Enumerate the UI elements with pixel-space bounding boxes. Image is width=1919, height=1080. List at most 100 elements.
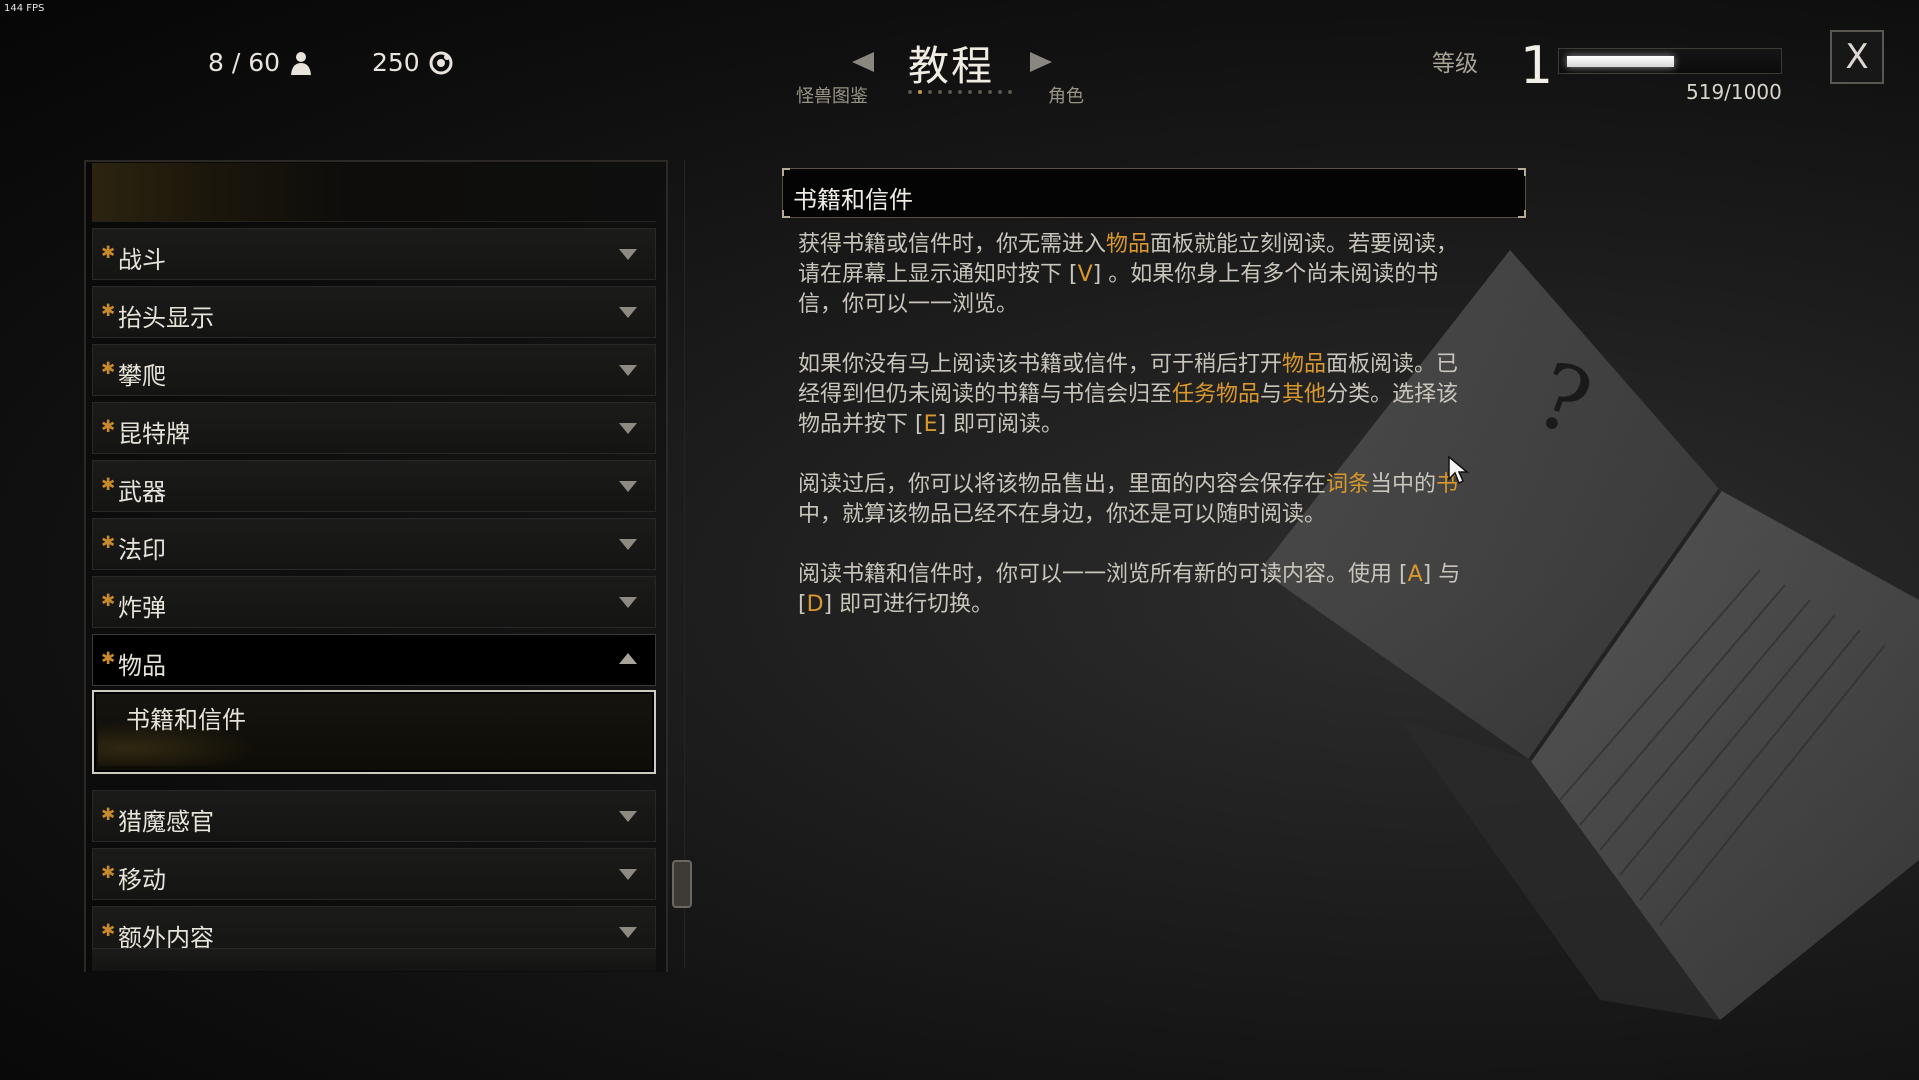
article-paragraph: 获得书籍或信件时，你无需进入物品面板就能立刻阅读。若要阅读，请在屏幕上显示通知时… xyxy=(798,230,1478,320)
category-row[interactable]: ✱ 攀爬 xyxy=(92,344,656,396)
category-row[interactable]: ✱ 炸弹 xyxy=(92,576,656,628)
chevron-down-icon xyxy=(619,869,637,880)
new-star-icon: ✱ xyxy=(101,921,116,941)
category-row[interactable]: ✱ 法印 xyxy=(92,518,656,570)
category-label: 法印 xyxy=(118,536,166,564)
mouse-cursor-icon xyxy=(1448,455,1470,485)
page-dot xyxy=(998,90,1002,94)
category-label: 昆特牌 xyxy=(118,420,190,448)
page-indicator xyxy=(908,90,1012,94)
category-label: 移动 xyxy=(118,866,166,894)
page-dot xyxy=(928,90,932,94)
scroll-track[interactable] xyxy=(684,160,685,968)
page-dot xyxy=(988,90,992,94)
close-button[interactable]: X xyxy=(1830,30,1884,84)
article-body: 获得书籍或信件时，你无需进入物品面板就能立刻阅读。若要阅读，请在屏幕上显示通知时… xyxy=(798,230,1478,650)
chevron-down-icon xyxy=(619,597,637,608)
paragraph-text: 中，就算该物品已经不在身边，你还是可以随时阅读。 xyxy=(798,502,1327,527)
list-item-selected[interactable]: 书籍和信件 xyxy=(92,690,656,774)
category-row[interactable]: ✱ 移动 xyxy=(92,848,656,900)
new-star-icon: ✱ xyxy=(101,533,116,553)
category-row[interactable]: ✱ 猎魔感官 xyxy=(92,790,656,842)
category-label: 炸弹 xyxy=(118,594,166,622)
level-label: 等级 xyxy=(1432,51,1478,77)
highlight-term: D xyxy=(806,592,824,617)
selected-entry-label: 书籍和信件 xyxy=(126,706,246,734)
highlight-term: E xyxy=(923,412,938,437)
paragraph-text: 如果你没有马上阅读该书籍或信件，可于稍后打开 xyxy=(798,352,1283,377)
article-paragraph: 阅读书籍和信件时，你可以一一浏览所有新的可读内容。使用 [A] 与 [D] 即可… xyxy=(798,560,1478,620)
new-star-icon: ✱ xyxy=(101,475,116,495)
chevron-down-icon xyxy=(619,539,637,550)
page-dot xyxy=(1008,90,1012,94)
next-tab-label[interactable]: 角色 xyxy=(1048,82,1084,108)
chevron-down-icon xyxy=(619,249,637,260)
category-label: 物品 xyxy=(118,652,166,680)
category-row[interactable]: ✱ 昆特牌 xyxy=(92,402,656,454)
page-dot xyxy=(938,90,942,94)
new-star-icon: ✱ xyxy=(101,591,116,611)
article-title: 书籍和信件 xyxy=(793,186,913,214)
new-star-icon: ✱ xyxy=(101,863,116,883)
category-label: 战斗 xyxy=(118,246,166,274)
article-title-box: 书籍和信件 xyxy=(782,168,1526,218)
money-value: 250 xyxy=(372,48,420,77)
article-paragraph: 阅读过后，你可以将该物品售出，里面的内容会保存在词条当中的书中，就算该物品已经不… xyxy=(798,470,1478,530)
fps-counter: 144 FPS xyxy=(4,3,45,14)
new-star-icon: ✱ xyxy=(101,417,116,437)
page-dot xyxy=(918,90,922,94)
category-row[interactable]: ✱ 抬头显示 xyxy=(92,286,656,338)
category-label: 猎魔感官 xyxy=(118,808,214,836)
category-label: 抬头显示 xyxy=(118,304,214,332)
category-row[interactable]: ✱ 武器 xyxy=(92,460,656,512)
highlight-term: V xyxy=(1077,262,1093,287)
new-star-icon: ✱ xyxy=(101,301,116,321)
prev-tab-arrow-icon[interactable] xyxy=(852,52,874,72)
chevron-up-icon xyxy=(619,653,637,664)
new-star-icon: ✱ xyxy=(101,243,116,263)
new-star-icon: ✱ xyxy=(101,805,116,825)
category-row[interactable]: ✱ 战斗 xyxy=(92,228,656,280)
paragraph-text: 与 xyxy=(1260,382,1283,407)
page-title: 教程 xyxy=(908,42,994,90)
chevron-down-icon xyxy=(619,365,637,376)
paragraph-text: 阅读过后，你可以将该物品售出，里面的内容会保存在 xyxy=(798,472,1327,497)
xp-bar xyxy=(1558,48,1782,74)
highlight-term: 物品 xyxy=(1106,232,1151,257)
weight-icon xyxy=(288,50,314,76)
category-row[interactable]: ✱ 物品 xyxy=(92,634,656,686)
new-star-icon: ✱ xyxy=(101,649,116,669)
paragraph-text: ] 即可进行切换。 xyxy=(823,592,994,617)
category-label: 攀爬 xyxy=(118,362,166,390)
weight-stat: 8 / 60 xyxy=(208,48,314,77)
chevron-down-icon xyxy=(619,307,637,318)
xp-bar-fill xyxy=(1567,56,1674,67)
page-dot xyxy=(968,90,972,94)
category-label: 武器 xyxy=(118,478,166,506)
paragraph-text: ] 即可阅读。 xyxy=(937,412,1064,437)
scrollbar-thumb[interactable] xyxy=(672,860,692,908)
paragraph-text: 当中的 xyxy=(1370,472,1437,497)
new-star-icon: ✱ xyxy=(101,359,116,379)
coin-icon xyxy=(428,50,454,76)
highlight-term: 词条 xyxy=(1326,472,1371,497)
weight-value: 8 / 60 xyxy=(208,48,281,77)
money-stat: 250 xyxy=(372,48,454,77)
highlight-term: 物品 xyxy=(1282,352,1327,377)
next-tab-arrow-icon[interactable] xyxy=(1030,52,1052,72)
prev-tab-label[interactable]: 怪兽图鉴 xyxy=(796,82,868,108)
paragraph-text: 阅读书籍和信件时，你可以一一浏览所有新的可读内容。使用 [ xyxy=(798,562,1408,587)
article-paragraph: 如果你没有马上阅读该书籍或信件，可于稍后打开物品面板阅读。已经得到但仍未阅读的书… xyxy=(798,350,1478,440)
highlight-term: A xyxy=(1407,562,1423,587)
highlight-term: 其他 xyxy=(1282,382,1327,407)
page-dot xyxy=(958,90,962,94)
chevron-down-icon xyxy=(619,927,637,938)
chevron-down-icon xyxy=(619,481,637,492)
paragraph-text: 获得书籍或信件时，你无需进入 xyxy=(798,232,1107,257)
highlight-term: 任务物品 xyxy=(1172,382,1261,407)
xp-text: 519/1000 xyxy=(1686,80,1782,104)
chevron-down-icon xyxy=(619,811,637,822)
page-dot xyxy=(908,90,912,94)
page-dot xyxy=(978,90,982,94)
chevron-down-icon xyxy=(619,423,637,434)
